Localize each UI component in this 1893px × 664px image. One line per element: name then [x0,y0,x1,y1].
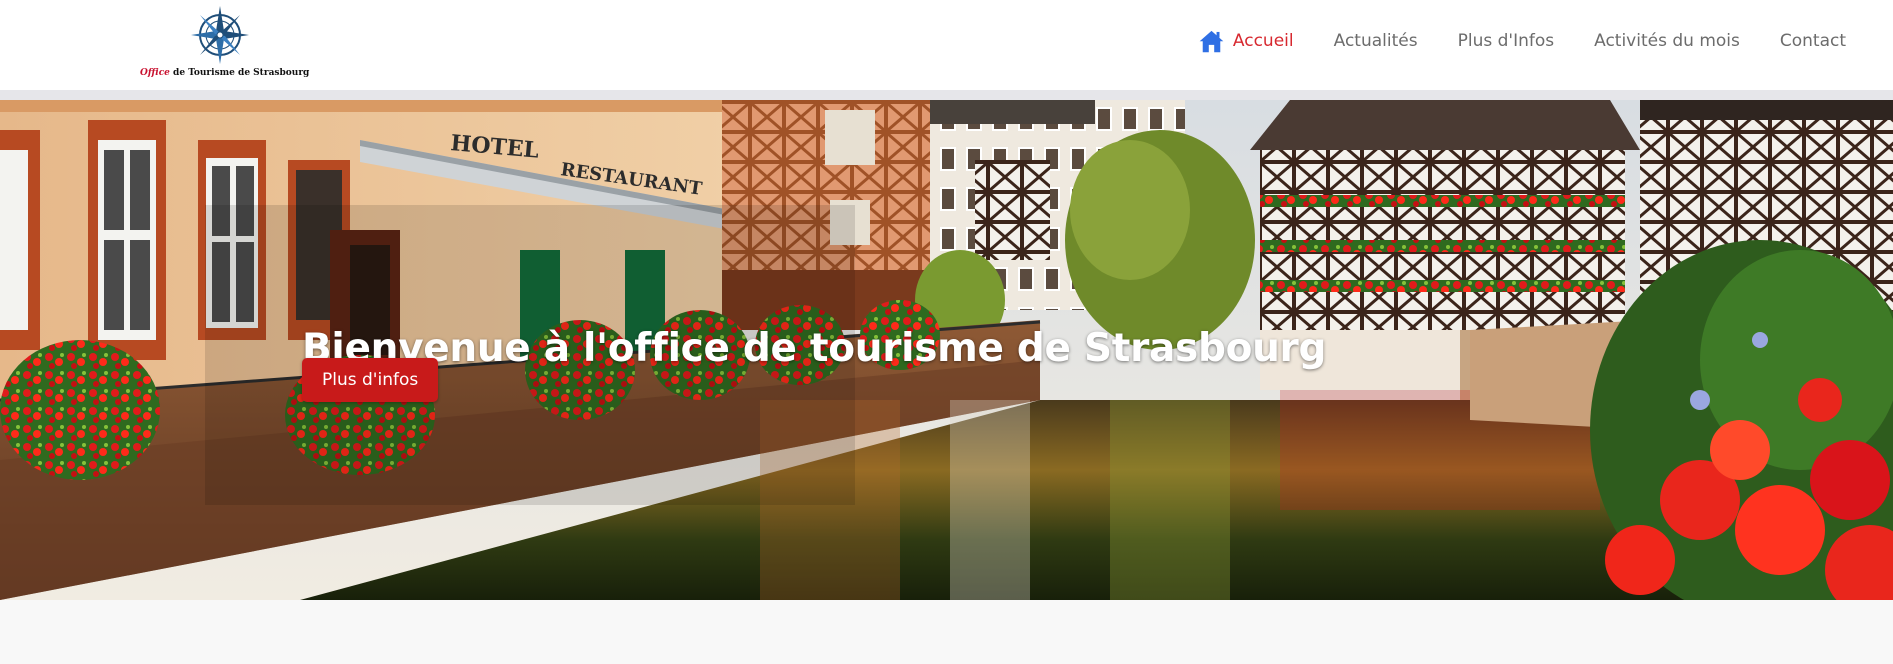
nav-label-contact: Contact [1779,31,1846,51]
nav-label-actualites: Actualités [1333,31,1418,51]
nav-item-contact[interactable]: Contact [1780,31,1846,51]
hero-title: Bienvenue à l'office de tourisme de Stra… [302,326,1327,372]
nav-label-activites: Activités du mois [1594,31,1740,51]
content-area [0,600,1893,664]
nav-label-accueil: Accueil [1232,31,1294,51]
nav-item-actualites[interactable]: Actualités [1334,31,1418,51]
plus-dinfos-button[interactable]: Plus d'infos [302,358,439,402]
home-icon [1199,30,1224,52]
nav-item-plus-infos[interactable]: Plus d'Infos [1458,31,1555,51]
hero-banner: HOTEL RESTAURANT Bienvenue à l'office de… [0,100,1893,600]
logo-accent-text: Office [140,68,170,78]
logo-rest-text: de Tourisme de Strasbourg [169,68,310,78]
nav-item-activites-du-mois[interactable]: Activités du mois [1594,31,1740,51]
nav-item-accueil[interactable]: Accueil [1198,28,1294,55]
main-nav: Accueil Actualités Plus d'Infos Activité… [1198,26,1846,56]
compass-rose-icon [191,6,249,64]
site-logo[interactable]: Office de Tourisme de Strasbourg [140,4,309,80]
logo-wordmark: Office de Tourisme de Strasbourg [140,68,309,78]
nav-label-plus-infos: Plus d'Infos [1457,31,1555,51]
header-divider [0,90,1893,100]
site-header: Office de Tourisme de Strasbourg Accueil… [0,0,1893,90]
